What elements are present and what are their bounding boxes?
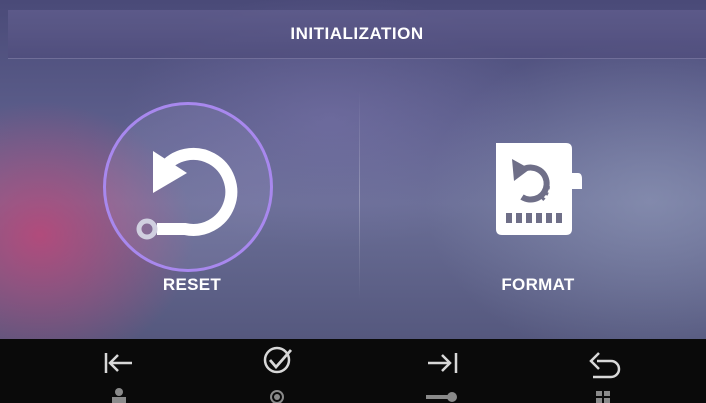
confirm-button[interactable] [237,339,317,403]
sd-card-format-icon [454,107,614,267]
page-title: INITIALIZATION [290,24,424,43]
format-option[interactable]: FORMAT [418,95,658,310]
previous-button[interactable] [78,339,158,403]
reset-option[interactable]: RESET [72,95,312,310]
back-button[interactable] [563,339,643,403]
reset-icon [113,107,273,267]
back-icon [589,352,621,379]
confirm-check-icon [263,346,293,374]
bottom-control-bar [0,339,706,403]
menu-grid-icon [596,391,610,403]
options-divider [359,90,360,300]
title-bar: INITIALIZATION [8,10,706,59]
next-button[interactable] [402,339,482,403]
format-label: FORMAT [501,275,575,294]
person-icon [112,388,126,403]
record-icon [270,390,284,403]
initialization-screen: INITIALIZATION RESET FORMAT [0,0,706,403]
previous-icon [104,353,132,373]
key-icon [426,392,457,402]
reset-label: RESET [162,275,222,294]
next-icon [428,353,458,373]
